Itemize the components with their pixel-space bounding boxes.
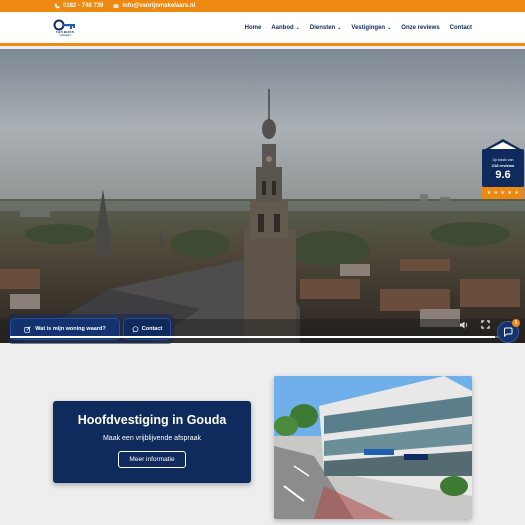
video-progress-bar[interactable] [10, 336, 510, 338]
site-logo[interactable]: VAN RIJEN makelaars [53, 18, 77, 40]
phone-icon [54, 3, 60, 9]
chat-bubble-icon [132, 325, 139, 333]
nav-label: Diensten [309, 25, 336, 31]
chat-count-badge: 1 [512, 319, 520, 327]
office-building-image [274, 376, 472, 519]
nav-diensten[interactable]: Diensten ⌄ [310, 25, 342, 31]
nav-label: Vestigingen [351, 25, 386, 31]
hero-video[interactable]: Op basis van 218 reviews 9.6 ★ ★ ★ ★ ★ [0, 49, 525, 343]
badge-score: 9.6 [495, 169, 511, 181]
office-subtitle: Maak een vrijblijvende afspraak [102, 435, 202, 442]
site-header: VAN RIJEN makelaars Home Aanbod ⌄ Dienste… [0, 12, 525, 46]
logo-subtext: makelaars [59, 34, 71, 37]
nav-reviews[interactable]: Onze reviews [401, 25, 439, 31]
badge-stars: ★ ★ ★ ★ ★ [482, 187, 524, 199]
office-building-photo [274, 376, 472, 519]
chat-widget-button[interactable]: 1 [497, 319, 520, 343]
nav-aanbod[interactable]: Aanbod ⌄ [271, 25, 300, 31]
badge-body [482, 149, 524, 187]
contact-label: Contact [141, 326, 163, 332]
main-nav: Home Aanbod ⌄ Diensten ⌄ Vestigingen ⌄ Onze… [245, 25, 472, 31]
nav-contact[interactable]: Contact [450, 25, 472, 31]
email-address: info@vanrijnmakelaars.nl [122, 3, 196, 9]
office-card: Hoofdvestiging in Gouda Maak een vrijbli… [53, 401, 251, 483]
nav-label: Aanbod [271, 25, 294, 31]
nav-label: Onze reviews [401, 25, 440, 31]
top-contact-bar: 0182 - 748 739 info@vanrijnmakelaars.nl [0, 0, 525, 12]
nav-vestigingen[interactable]: Vestigingen ⌄ [351, 25, 391, 31]
phone-link[interactable]: 0182 - 748 739 [54, 3, 103, 9]
nav-home[interactable]: Home [245, 25, 262, 31]
badge-review-count: 218 reviews [491, 163, 515, 168]
city-aerial-image [0, 49, 525, 343]
badge-caption: Op basis van [492, 158, 514, 162]
nav-label: Home [244, 25, 262, 31]
chevron-down-icon: ⌄ [387, 25, 392, 31]
office-title: Hoofdvestiging in Gouda [77, 413, 227, 427]
fullscreen-icon[interactable] [481, 320, 490, 329]
email-link[interactable]: info@vanrijnmakelaars.nl [113, 3, 195, 9]
review-badge[interactable]: Op basis van 218 reviews 9.6 ★ ★ ★ ★ ★ [482, 139, 524, 203]
home-value-label: Wat is mijn woning waard? [35, 326, 106, 332]
more-info-button[interactable]: Meer informatie [118, 451, 186, 468]
chevron-down-icon: ⌄ [337, 25, 342, 31]
nav-label: Contact [449, 25, 472, 31]
chat-icon [504, 327, 513, 337]
mail-icon [113, 4, 119, 8]
volume-icon[interactable] [459, 320, 469, 330]
phone-number: 0182 - 748 739 [63, 3, 104, 9]
video-progress-fill [10, 336, 495, 338]
edit-icon [24, 325, 31, 333]
chevron-down-icon: ⌄ [295, 25, 300, 31]
